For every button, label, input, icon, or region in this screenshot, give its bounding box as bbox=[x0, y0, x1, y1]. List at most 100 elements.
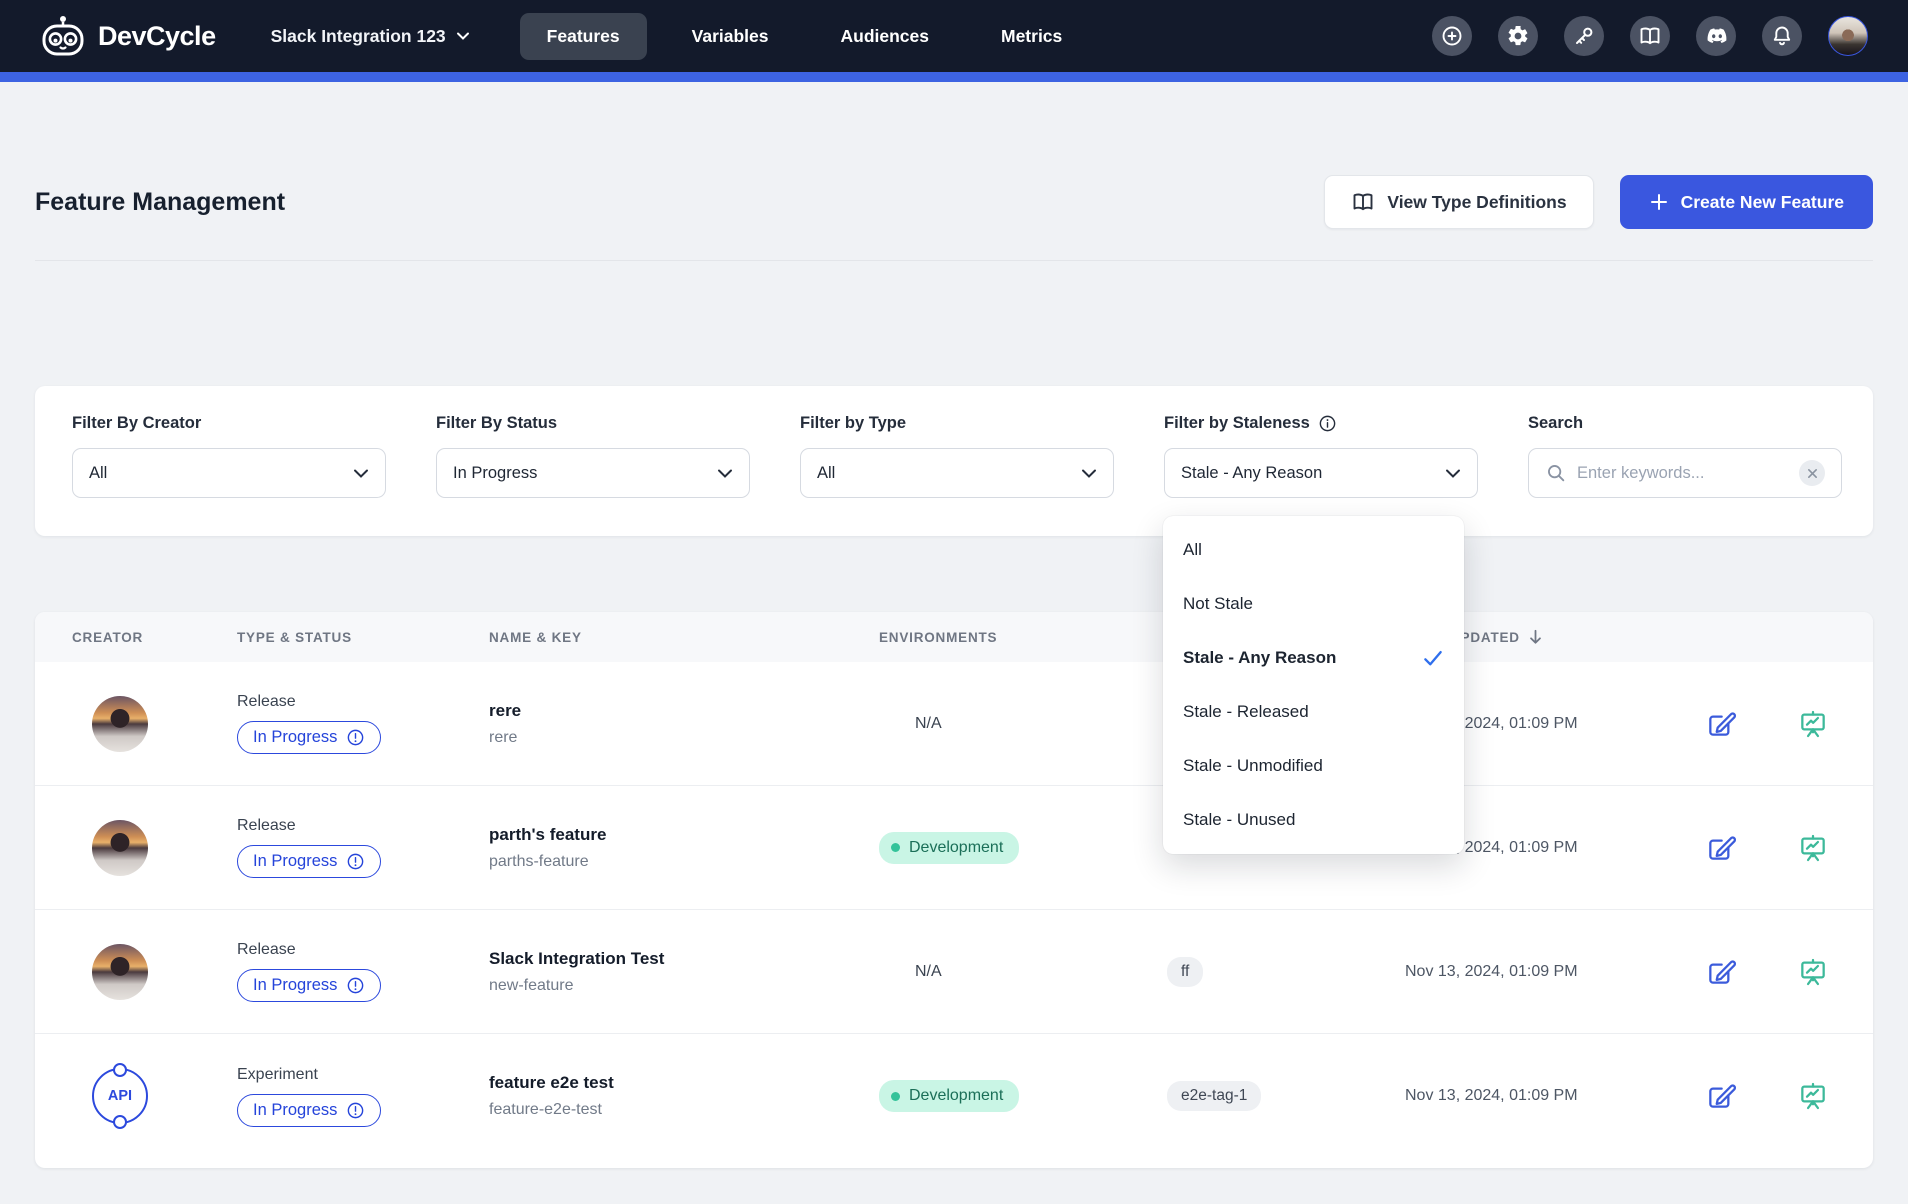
chevron-down-icon bbox=[1445, 468, 1461, 479]
search-input[interactable] bbox=[1577, 464, 1789, 483]
filter-by-staleness-group: Filter by Staleness Stale - Any Reason bbox=[1164, 414, 1478, 498]
feature-type: Experiment bbox=[237, 1066, 318, 1084]
status-badge-label: In Progress bbox=[253, 1101, 337, 1120]
feature-name[interactable]: Slack Integration Test bbox=[489, 949, 664, 969]
column-header-environments[interactable]: ENVIRONMENTS bbox=[879, 630, 1167, 645]
table-row[interactable]: Release In Progress rere rere N/A Nov 13… bbox=[35, 662, 1873, 786]
feature-name[interactable]: feature e2e test bbox=[489, 1073, 614, 1093]
feature-key: rere bbox=[489, 729, 517, 747]
metrics-board-icon[interactable] bbox=[1795, 706, 1831, 742]
edit-feature-icon[interactable] bbox=[1703, 706, 1739, 742]
search-label: Search bbox=[1528, 414, 1842, 433]
filter-by-creator-select[interactable]: All bbox=[72, 448, 386, 498]
table-row[interactable]: API Experiment In Progress feature e2e t… bbox=[35, 1034, 1873, 1158]
search-group: Search bbox=[1528, 414, 1842, 498]
devcycle-logo[interactable]: DevCycle bbox=[40, 15, 216, 57]
menu-option-all[interactable]: All bbox=[1163, 523, 1464, 577]
edit-feature-icon[interactable] bbox=[1703, 1078, 1739, 1114]
filter-by-status-value: In Progress bbox=[453, 464, 717, 483]
features-table: CREATOR TYPE & STATUS NAME & KEY ENVIRON… bbox=[35, 612, 1873, 1168]
filter-by-staleness-label: Filter by Staleness bbox=[1164, 414, 1478, 433]
devcycle-robot-icon bbox=[40, 15, 86, 57]
updated-timestamp: Nov 13, 2024, 01:09 PM bbox=[1405, 1087, 1578, 1104]
menu-option-label: Stale - Any Reason bbox=[1183, 648, 1336, 668]
filter-by-status-select[interactable]: In Progress bbox=[436, 448, 750, 498]
metrics-board-icon[interactable] bbox=[1795, 1078, 1831, 1114]
filter-by-status-group: Filter By Status In Progress bbox=[436, 414, 750, 498]
info-icon[interactable] bbox=[1318, 414, 1337, 433]
header-divider bbox=[35, 260, 1873, 261]
view-type-definitions-button[interactable]: View Type Definitions bbox=[1324, 175, 1593, 229]
nav-utility-icons bbox=[1432, 16, 1868, 56]
docs-book-icon[interactable] bbox=[1630, 16, 1670, 56]
status-badge[interactable]: In Progress bbox=[237, 969, 381, 1002]
filter-by-staleness-select[interactable]: Stale - Any Reason bbox=[1164, 448, 1478, 498]
primary-tabs: Features Variables Audiences Metrics bbox=[520, 13, 1090, 60]
environment-dot-icon bbox=[891, 1092, 900, 1101]
notifications-bell-icon[interactable] bbox=[1762, 16, 1802, 56]
table-header-row: CREATOR TYPE & STATUS NAME & KEY ENVIRON… bbox=[35, 612, 1873, 662]
filter-by-type-label: Filter by Type bbox=[800, 414, 1114, 433]
key-icon[interactable] bbox=[1564, 16, 1604, 56]
creator-avatar bbox=[92, 820, 148, 876]
staleness-dropdown-menu: All Not Stale Stale - Any Reason Stale -… bbox=[1163, 516, 1464, 854]
menu-option-stale-any-reason[interactable]: Stale - Any Reason bbox=[1163, 631, 1464, 685]
feature-key: new-feature bbox=[489, 977, 574, 995]
menu-option-stale-released[interactable]: Stale - Released bbox=[1163, 685, 1464, 739]
environments-value: N/A bbox=[915, 963, 942, 980]
chevron-down-icon bbox=[456, 31, 470, 41]
status-badge-label: In Progress bbox=[253, 976, 337, 995]
chevron-down-icon bbox=[717, 468, 733, 479]
filter-by-staleness-label-text: Filter by Staleness bbox=[1164, 414, 1310, 433]
tab-audiences[interactable]: Audiences bbox=[814, 13, 957, 60]
column-header-name-key[interactable]: NAME & KEY bbox=[489, 630, 879, 645]
add-circle-icon[interactable] bbox=[1432, 16, 1472, 56]
chevron-down-icon bbox=[353, 468, 369, 479]
filter-by-creator-group: Filter By Creator All bbox=[72, 414, 386, 498]
edit-feature-icon[interactable] bbox=[1703, 954, 1739, 990]
tab-variables[interactable]: Variables bbox=[665, 13, 796, 60]
filter-by-type-group: Filter by Type All bbox=[800, 414, 1114, 498]
status-badge-label: In Progress bbox=[253, 728, 337, 747]
edit-feature-icon[interactable] bbox=[1703, 830, 1739, 866]
feature-type: Release bbox=[237, 941, 296, 959]
menu-option-stale-unmodified[interactable]: Stale - Unmodified bbox=[1163, 739, 1464, 793]
table-row[interactable]: Release In Progress Slack Integration Te… bbox=[35, 910, 1873, 1034]
search-icon bbox=[1545, 462, 1567, 484]
filter-by-type-select[interactable]: All bbox=[800, 448, 1114, 498]
filter-by-status-label: Filter By Status bbox=[436, 414, 750, 433]
feature-name[interactable]: parth's feature bbox=[489, 825, 606, 845]
check-icon bbox=[1422, 649, 1444, 667]
feature-name[interactable]: rere bbox=[489, 701, 521, 721]
discord-icon[interactable] bbox=[1696, 16, 1736, 56]
menu-option-stale-unused[interactable]: Stale - Unused bbox=[1163, 793, 1464, 847]
status-badge[interactable]: In Progress bbox=[237, 845, 381, 878]
table-row[interactable]: Release In Progress parth's feature part… bbox=[35, 786, 1873, 910]
status-badge[interactable]: In Progress bbox=[237, 1094, 381, 1127]
column-header-updated[interactable]: UPDATED bbox=[1450, 629, 1675, 645]
filter-by-type-value: All bbox=[817, 464, 1081, 483]
feature-type: Release bbox=[237, 693, 296, 711]
settings-gear-icon[interactable] bbox=[1498, 16, 1538, 56]
environment-badge: Development bbox=[879, 832, 1019, 864]
view-type-definitions-label: View Type Definitions bbox=[1387, 192, 1566, 213]
menu-option-not-stale[interactable]: Not Stale bbox=[1163, 577, 1464, 631]
create-new-feature-button[interactable]: Create New Feature bbox=[1620, 175, 1873, 229]
feature-type: Release bbox=[237, 817, 296, 835]
user-avatar[interactable] bbox=[1828, 16, 1868, 56]
tab-metrics[interactable]: Metrics bbox=[974, 13, 1089, 60]
metrics-board-icon[interactable] bbox=[1795, 830, 1831, 866]
project-selector[interactable]: Slack Integration 123 bbox=[271, 26, 470, 47]
column-header-creator[interactable]: CREATOR bbox=[72, 630, 237, 645]
search-box[interactable] bbox=[1528, 448, 1842, 498]
filter-by-creator-label: Filter By Creator bbox=[72, 414, 386, 433]
tab-features[interactable]: Features bbox=[520, 13, 647, 60]
clear-search-icon[interactable] bbox=[1799, 460, 1825, 486]
column-header-type-status[interactable]: TYPE & STATUS bbox=[237, 630, 489, 645]
page-title: Feature Management bbox=[35, 188, 285, 217]
status-badge[interactable]: In Progress bbox=[237, 721, 381, 754]
updated-timestamp: Nov 13, 2024, 01:09 PM bbox=[1405, 963, 1578, 980]
environments-value: N/A bbox=[915, 715, 942, 732]
metrics-board-icon[interactable] bbox=[1795, 954, 1831, 990]
environment-badge-label: Development bbox=[909, 839, 1003, 857]
